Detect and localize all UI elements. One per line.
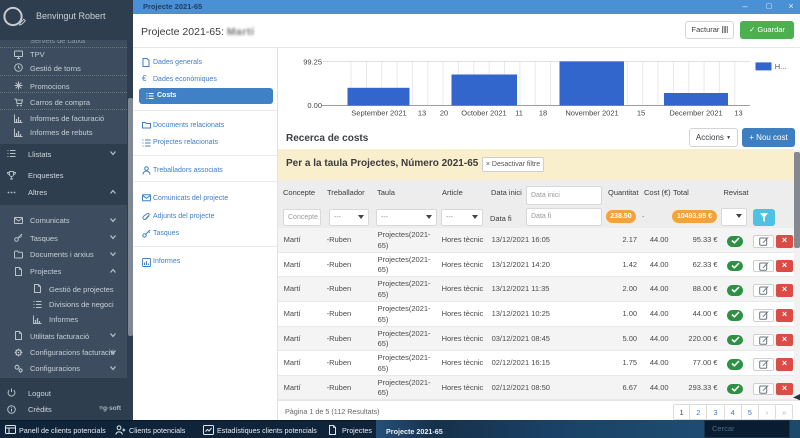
svg-text:20: 20 (440, 109, 448, 118)
svg-text:15: 15 (637, 109, 645, 118)
svg-text:11: 11 (515, 109, 523, 118)
svg-text:November 2021: November 2021 (565, 109, 618, 118)
svg-text:18: 18 (539, 109, 547, 118)
svg-text:0.00: 0.00 (307, 101, 322, 110)
svg-text:99.25: 99.25 (303, 58, 322, 67)
svg-text:October 2021: October 2021 (461, 109, 506, 118)
svg-text:December 2021: December 2021 (669, 109, 722, 118)
svg-text:H...: H... (775, 62, 787, 71)
svg-text:13: 13 (734, 109, 742, 118)
svg-text:September 2021: September 2021 (351, 109, 406, 118)
svg-text:13: 13 (418, 109, 426, 118)
